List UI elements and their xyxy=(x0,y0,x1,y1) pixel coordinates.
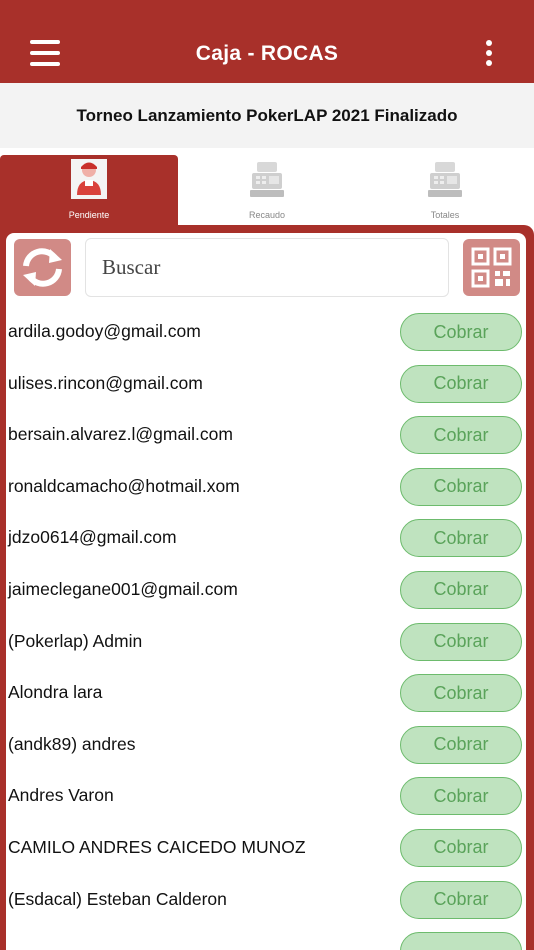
search-input[interactable] xyxy=(85,238,449,297)
more-options-icon[interactable] xyxy=(483,40,495,68)
cashier-person-icon xyxy=(71,159,107,199)
list-item: (Esdacal) Esteban Calderon Cobrar xyxy=(0,875,534,927)
refresh-button[interactable] xyxy=(14,239,71,296)
player-name: ronaldcamacho@hotmail.xom xyxy=(8,475,240,496)
list-item: ronaldcamacho@hotmail.xom Cobrar xyxy=(0,462,534,514)
list-item: ulises.rincon@gmail.com Cobrar xyxy=(0,359,534,411)
tournament-title: Torneo Lanzamiento PokerLAP 2021 Finaliz… xyxy=(0,83,534,148)
tab-label: Recaudo xyxy=(248,210,286,220)
cash-register-icon xyxy=(250,162,284,197)
cobrar-button[interactable]: Cobrar xyxy=(400,416,522,455)
cobrar-button[interactable]: Cobrar xyxy=(400,570,522,609)
player-name: bersain.alvarez.l@gmail.com xyxy=(8,424,233,445)
list-item: jdzo0614@gmail.com Cobrar xyxy=(0,513,534,565)
cobrar-button[interactable]: Cobrar xyxy=(400,519,522,558)
refresh-icon xyxy=(23,248,62,287)
list-item: bersain.alvarez.l@gmail.com Cobrar xyxy=(0,410,534,462)
qr-code-icon xyxy=(471,247,512,288)
player-name: (Esdacal) Esteban Calderon xyxy=(8,888,227,909)
cobrar-button[interactable]: Cobrar xyxy=(400,828,522,867)
player-name: jaimeclegane001@gmail.com xyxy=(8,578,238,599)
list-item: CAMILO ANDRES CAICEDO MUNOZ Cobrar xyxy=(0,823,534,875)
list-item xyxy=(0,926,534,950)
cobrar-button[interactable]: Cobrar xyxy=(400,777,522,816)
list-item: Andres Varon Cobrar xyxy=(0,771,534,823)
player-name: Andres Varon xyxy=(8,785,114,806)
player-name: (Pokerlap) Admin xyxy=(8,630,143,651)
cobrar-button[interactable]: Cobrar xyxy=(400,880,522,919)
player-name: ardila.godoy@gmail.com xyxy=(8,321,201,341)
tab-totales[interactable]: Totales xyxy=(356,155,534,227)
tab-bar: Pendiente Recaudo Totales xyxy=(0,155,534,227)
tab-label: Pendiente xyxy=(68,210,110,220)
list-item: jaimeclegane001@gmail.com Cobrar xyxy=(0,565,534,617)
cobrar-button[interactable]: Cobrar xyxy=(400,622,522,661)
list-item: (andk89) andres Cobrar xyxy=(0,720,534,772)
tab-label: Totales xyxy=(430,210,460,220)
list-item: (Pokerlap) Admin Cobrar xyxy=(0,617,534,669)
player-name: ulises.rincon@gmail.com xyxy=(8,372,203,393)
player-list: ardila.godoy@gmail.com Cobrar ulises.rinc… xyxy=(0,307,534,950)
player-name: jdzo0614@gmail.com xyxy=(8,527,177,548)
cobrar-button[interactable]: Cobrar xyxy=(400,313,522,351)
tab-recaudo[interactable]: Recaudo xyxy=(178,155,356,227)
player-name: (andk89) andres xyxy=(8,733,136,754)
player-name: Alondra lara xyxy=(8,682,103,703)
player-name: CAMILO ANDRES CAICEDO MUNOZ xyxy=(8,836,306,857)
cobrar-button[interactable]: Cobrar xyxy=(400,725,522,764)
cash-register-icon xyxy=(428,162,462,197)
list-item: Alondra lara Cobrar xyxy=(0,668,534,720)
cobrar-button[interactable]: Cobrar xyxy=(400,674,522,713)
cobrar-button[interactable]: Cobrar xyxy=(400,467,522,506)
app-header: Caja - ROCAS xyxy=(0,0,534,83)
qr-scan-button[interactable] xyxy=(463,239,520,296)
tab-pendiente[interactable]: Pendiente xyxy=(0,155,178,227)
list-item: ardila.godoy@gmail.com Cobrar xyxy=(0,307,534,359)
cobrar-button[interactable]: Cobrar xyxy=(400,364,522,403)
page-title: Caja - ROCAS xyxy=(195,42,339,65)
cobrar-button[interactable] xyxy=(400,932,522,950)
